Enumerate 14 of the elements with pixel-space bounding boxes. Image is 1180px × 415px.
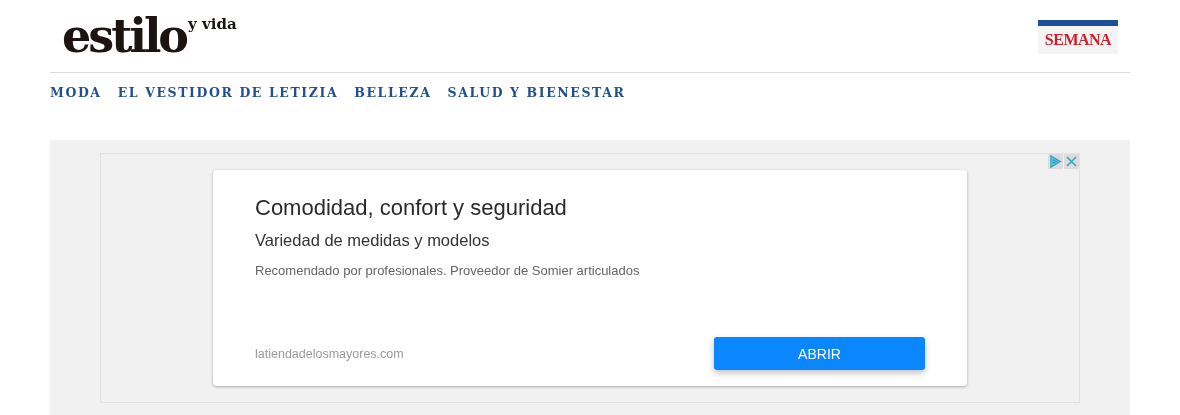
nav-link[interactable]: SALUD Y BIENESTAR [447,84,626,100]
close-icon[interactable] [1064,154,1079,169]
nav-link[interactable]: BELLEZA [354,84,432,100]
adchoices-icon[interactable] [1048,154,1063,169]
ad-title: Comodidad, confort y seguridad [255,195,568,221]
ad-description: Recomendado por profesionales. Proveedor de Somier articulados [255,263,641,278]
logo-tagline: y vida [188,16,237,32]
ad-domain: latiendadelosmayores.com [255,346,404,361]
nav-link[interactable]: EL VESTIDOR DE LETIZIA [117,84,339,100]
partner-logo[interactable]: SEMANA [1038,20,1118,54]
nav-link[interactable]: MODA [50,84,102,100]
ad-subtitle: Variedad de medidas y modelos [255,231,491,250]
open-button[interactable]: ABRIR [714,337,925,370]
logo-text: estilo [62,12,187,60]
